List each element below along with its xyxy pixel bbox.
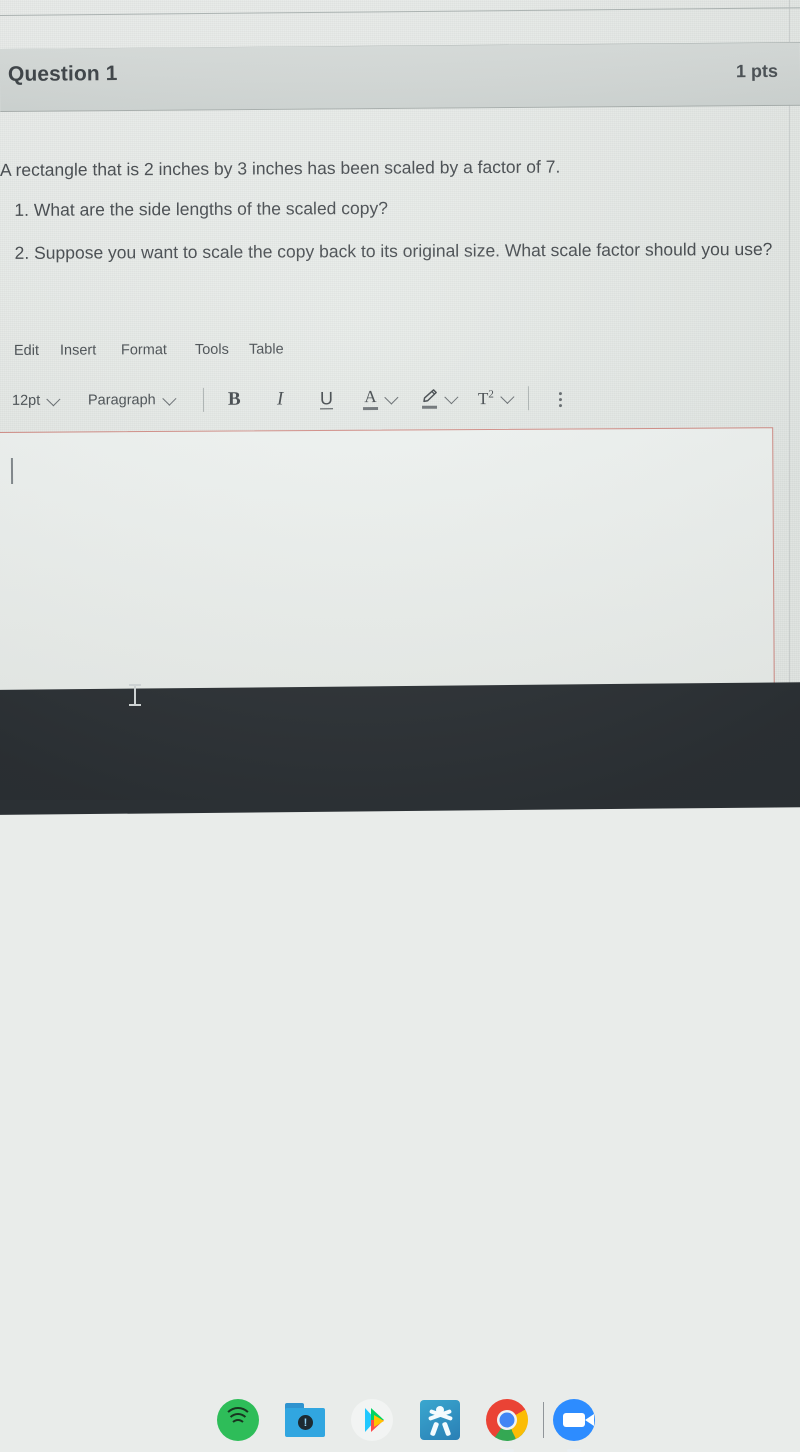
x-app-leg [429,1421,440,1437]
taskbar-app-chrome[interactable] [484,1397,530,1452]
zoom-icon [553,1399,595,1441]
page-title: Question 1 [7,62,118,86]
italic-icon: I [276,388,284,410]
text-color-letter: A [364,387,377,407]
question-stem: A rectangle that is 2 inches by 3 inches… [0,154,795,182]
chevron-down-icon [500,389,515,405]
question-header: Question 1 1 pts [0,42,800,112]
zoom-camera-lens [585,1414,594,1426]
question-points-badge: 1 pts [735,60,779,82]
menu-insert[interactable]: Insert [57,340,99,360]
chevron-down-icon [46,392,61,407]
zoom-camera-body [563,1413,594,1427]
play-store-icon [351,1399,393,1441]
superscript-letter: T [477,388,489,408]
editor-menubar: Edit Insert Format Tools Table [0,337,800,369]
more-options-icon[interactable] [558,392,563,408]
text-color-icon: A [363,387,379,411]
italic-button[interactable]: I [277,385,283,415]
chevron-down-icon [384,390,399,405]
taskbar-app-spotify[interactable] [215,1397,261,1443]
x-app-leg [441,1421,452,1437]
text-color-dropdown[interactable]: A [363,384,399,414]
font-size-value: 12pt [11,392,41,409]
font-size-dropdown[interactable]: 12pt [11,386,61,416]
editor-toolbar: 12pt Paragraph B I U A T2 [0,382,800,420]
ibeam-stem [134,685,136,705]
highlighter-icon [421,389,438,409]
superscript-dropdown[interactable]: T2 [478,383,515,413]
ibeam-cap-bottom [129,704,141,706]
menu-edit[interactable]: Edit [11,341,42,361]
bold-icon: B [227,388,241,410]
superscript-icon: T2 [478,388,494,409]
text-color-swatch [363,407,379,411]
shelf-app-row: ! [0,692,800,1452]
mouse-cursor-ibeam-icon [129,682,141,708]
taskbar-app-play-store[interactable] [349,1397,395,1443]
chevron-down-icon [444,390,459,405]
taskbar-app-files[interactable]: ! [282,1397,328,1443]
taskbar-app-zoom[interactable] [551,1397,597,1452]
menu-tools[interactable]: Tools [192,340,232,360]
highlight-color-dropdown[interactable] [421,384,459,414]
kebab-dot [558,392,562,396]
question-item-2: Suppose you want to scale the copy back … [34,237,800,266]
underline-button[interactable]: U [319,384,334,414]
bold-button[interactable]: B [228,385,241,415]
question-sub-items: What are the side lengths of the scaled … [0,194,800,284]
question-stem-text: A rectangle that is 2 inches by 3 inches… [0,156,561,180]
toolbar-divider-2 [527,386,530,411]
superscript-exponent: 2 [488,388,494,401]
answer-editor-textarea[interactable] [0,427,775,700]
spotify-wave [230,1419,246,1435]
play-shard-yellow [374,1415,384,1427]
text-caret [10,457,14,484]
alert-badge-icon: ! [298,1415,313,1430]
menu-format[interactable]: Format [118,340,170,360]
top-divider-1 [0,7,800,16]
kebab-dot [558,398,562,402]
underline-icon: U [319,387,334,410]
x-app-icon [420,1400,460,1440]
files-folder-icon: ! [285,1403,325,1437]
chrome-icon [486,1399,528,1441]
chevron-down-icon [162,391,177,406]
block-format-dropdown[interactable]: Paragraph [87,385,177,415]
menu-table[interactable]: Table [246,339,287,359]
block-format-value: Paragraph [87,392,156,409]
chromebook-screen-photo: Question 1 1 pts A rectangle that is 2 i… [0,0,800,1452]
kebab-dot [559,404,563,408]
taskbar-app-xtramath[interactable] [417,1397,463,1443]
highlight-color-swatch [422,405,438,409]
toolbar-divider-1 [202,387,205,412]
spotify-icon [217,1399,259,1441]
question-item-1: What are the side lengths of the scaled … [34,194,800,223]
chrome-blue-core [499,1412,515,1428]
shelf-divider [543,1402,544,1438]
